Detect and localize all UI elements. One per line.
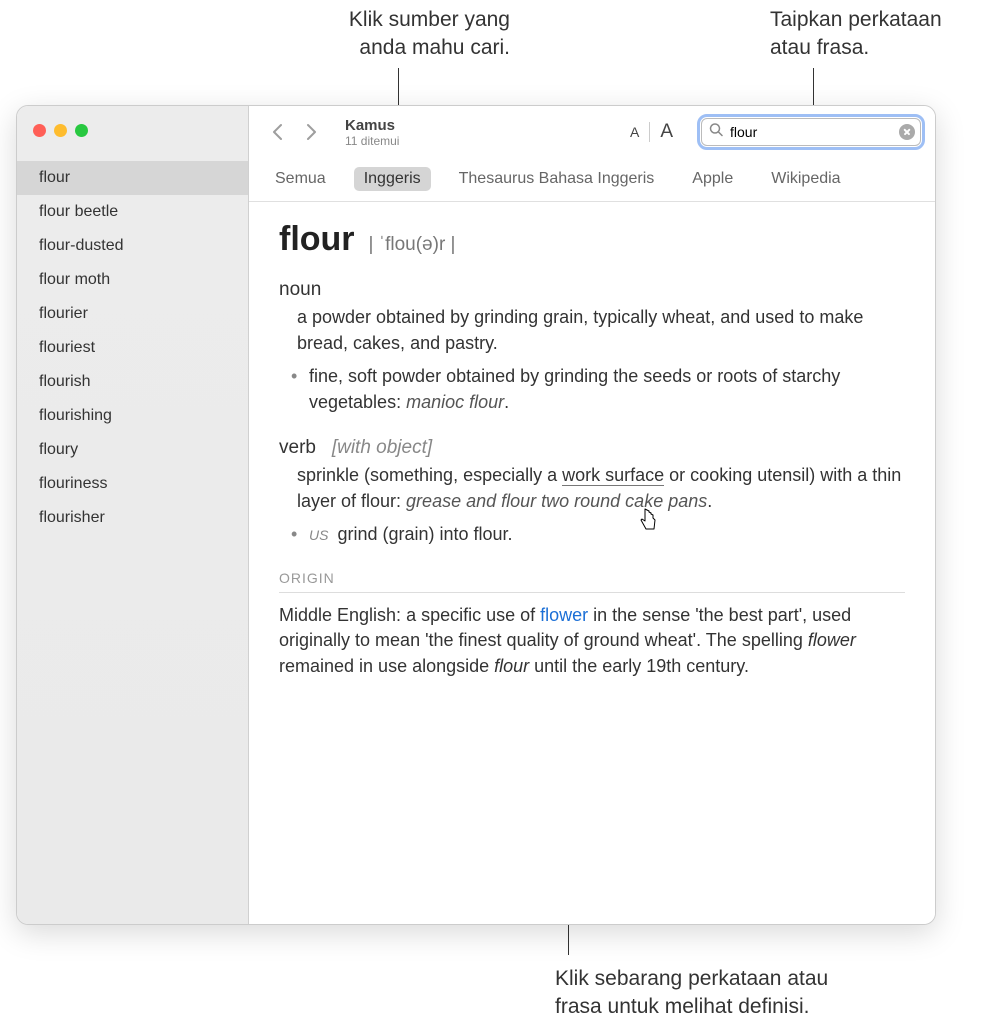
callout-search: Taipkan perkataan atau frasa.	[770, 6, 1000, 63]
definition-text: sprinkle (something, especially a work s…	[297, 463, 905, 514]
toolbar: Kamus 11 ditemui A A	[249, 106, 935, 158]
region-label: US	[309, 527, 328, 543]
subdef-text: grind (grain) into flour.	[337, 524, 512, 544]
sub-definition: fine, soft powder obtained by grinding t…	[297, 364, 905, 415]
sidebar-item[interactable]: floury	[17, 433, 248, 467]
minimize-button[interactable]	[54, 124, 67, 137]
text-larger-button[interactable]: A	[650, 117, 683, 147]
origin-ital: flour	[494, 656, 529, 676]
origin-part: remained in use alongside	[279, 656, 494, 676]
headword: flour	[279, 220, 355, 259]
subdef-text: fine, soft powder obtained by grinding t…	[309, 366, 840, 412]
sub-definition: US grind (grain) into flour.	[297, 522, 905, 548]
main-panel: Kamus 11 ditemui A A Semua Inggeris Thes…	[249, 106, 935, 924]
pronunciation: | ˈflou(ə)r |	[369, 234, 456, 256]
def-part: sprinkle (something, especially a	[297, 465, 562, 485]
sidebar-item[interactable]: flourish	[17, 365, 248, 399]
pos-label: noun	[279, 279, 321, 300]
definition-text: a powder obtained by grinding grain, typ…	[297, 305, 905, 356]
example-text: grease and flour two round cake pans	[406, 491, 707, 511]
origin-link[interactable]: flower	[540, 605, 588, 625]
origin-ital: flower	[808, 630, 856, 650]
sidebar-item[interactable]: flourishing	[17, 399, 248, 433]
sidebar-item[interactable]: flour-dusted	[17, 229, 248, 263]
sidebar-item[interactable]: flour beetle	[17, 195, 248, 229]
origin-part: Middle English: a specific use of	[279, 605, 540, 625]
sidebar-item[interactable]: flouriness	[17, 467, 248, 501]
pos-verb: verb [with object]	[279, 437, 905, 459]
sidebar-item[interactable]: flour	[17, 161, 248, 195]
back-button[interactable]	[263, 118, 291, 146]
tab-apple[interactable]: Apple	[682, 167, 743, 191]
trailing: .	[504, 392, 509, 412]
source-tabs: Semua Inggeris Thesaurus Bahasa Inggeris…	[249, 158, 935, 202]
origin-text: Middle English: a specific use of flower…	[279, 603, 905, 680]
dictionary-window: flour flour beetle flour-dusted flour mo…	[16, 105, 936, 925]
definition-block: sprinkle (something, especially a work s…	[279, 463, 905, 548]
definition-content: flour | ˈflou(ə)r | noun a powder obtain…	[249, 202, 935, 924]
text-smaller-button[interactable]: A	[620, 120, 649, 144]
search-icon	[709, 123, 723, 142]
search-input[interactable]	[701, 118, 921, 146]
pos-meta: [with object]	[321, 437, 432, 458]
window-title: Kamus	[345, 117, 399, 134]
pos-noun: noun	[279, 279, 905, 301]
window-controls	[33, 124, 88, 137]
tab-semua[interactable]: Semua	[265, 167, 336, 191]
tab-wikipedia[interactable]: Wikipedia	[761, 167, 850, 191]
sidebar-item[interactable]: flourisher	[17, 501, 248, 535]
tab-thesaurus[interactable]: Thesaurus Bahasa Inggeris	[449, 167, 665, 191]
origin-header: ORIGIN	[279, 570, 905, 593]
sidebar-item[interactable]: flour moth	[17, 263, 248, 297]
title-block: Kamus 11 ditemui	[345, 117, 399, 148]
sidebar-item[interactable]: flourier	[17, 297, 248, 331]
headword-row: flour | ˈflou(ə)r |	[279, 220, 905, 259]
callout-click-word: Klik sebarang perkataan atau frasa untuk…	[555, 965, 975, 1022]
trailing: .	[707, 491, 712, 511]
sidebar: flour flour beetle flour-dusted flour mo…	[17, 106, 249, 924]
tab-inggeris[interactable]: Inggeris	[354, 167, 431, 191]
close-button[interactable]	[33, 124, 46, 137]
clear-search-icon[interactable]	[899, 124, 915, 140]
text-size-group: A A	[620, 117, 683, 147]
search-field-wrap	[701, 118, 921, 146]
fullscreen-button[interactable]	[75, 124, 88, 137]
definition-block: a powder obtained by grinding grain, typ…	[279, 305, 905, 415]
sidebar-item[interactable]: flouriest	[17, 331, 248, 365]
example-text: manioc flour	[406, 392, 504, 412]
origin-part: until the early 19th century.	[529, 656, 749, 676]
callout-sources: Klik sumber yang anda mahu cari.	[280, 6, 510, 63]
pos-label: verb	[279, 437, 316, 458]
linked-word[interactable]: work surface	[562, 465, 664, 486]
results-count: 11 ditemui	[345, 134, 399, 148]
forward-button[interactable]	[297, 118, 325, 146]
